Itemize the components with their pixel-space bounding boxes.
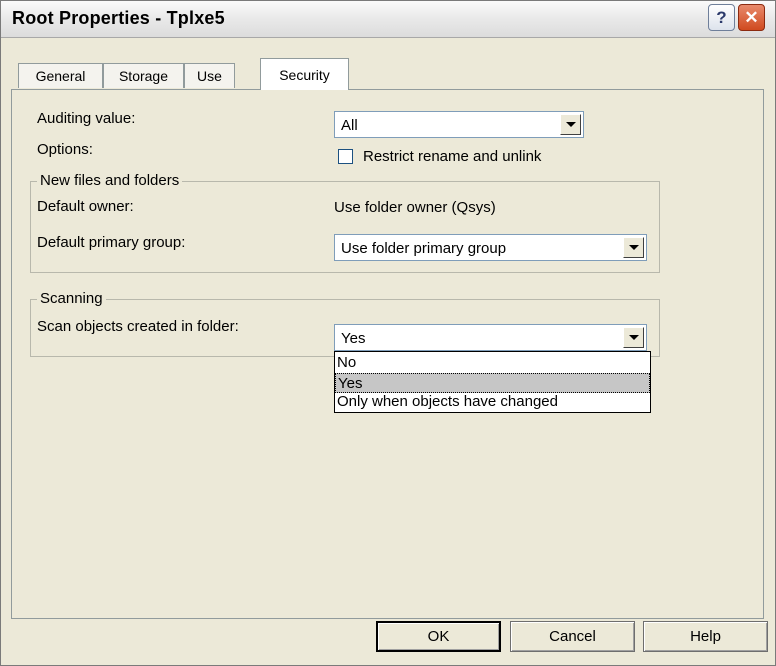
scan-objects-select-value: Yes (341, 330, 366, 347)
cancel-button[interactable]: Cancel (510, 621, 635, 652)
properties-dialog: Root Properties - Tplxe5 ? ✕ General Sto… (0, 0, 776, 666)
scanning-group-title: Scanning (37, 290, 106, 307)
titlebar-help-button[interactable]: ? (708, 4, 735, 31)
ok-button[interactable]: OK (376, 621, 501, 652)
restrict-checkbox[interactable] (338, 149, 353, 164)
primary-group-select[interactable]: Use folder primary group (334, 234, 647, 261)
options-label: Options: (37, 141, 93, 158)
tab-security[interactable]: Security (260, 58, 349, 90)
restrict-checkbox-label[interactable]: Restrict rename and unlink (363, 148, 541, 165)
scan-objects-dropdown-list[interactable]: No Yes Only when objects have changed (334, 351, 651, 413)
title-bar[interactable]: Root Properties - Tplxe5 ? ✕ (1, 1, 775, 38)
tab-general[interactable]: General (18, 63, 103, 88)
scan-option-no[interactable]: No (335, 353, 650, 373)
default-owner-label: Default owner: (37, 198, 134, 215)
scan-option-only-when-changed[interactable]: Only when objects have changed (335, 392, 650, 412)
titlebar-close-button[interactable]: ✕ (738, 4, 765, 31)
primary-group-label: Default primary group: (37, 234, 186, 251)
help-button[interactable]: Help (643, 621, 768, 652)
auditing-select[interactable]: All (334, 111, 584, 138)
auditing-select-value: All (341, 117, 358, 134)
auditing-label: Auditing value: (37, 110, 136, 127)
chevron-down-icon[interactable] (623, 327, 644, 348)
scan-objects-label: Scan objects created in folder: (37, 318, 239, 335)
primary-group-select-value: Use folder primary group (341, 240, 507, 257)
chevron-down-icon[interactable] (623, 237, 644, 258)
new-files-group-title: New files and folders (37, 172, 183, 189)
window-title: Root Properties - Tplxe5 (12, 8, 225, 28)
scan-option-yes[interactable]: Yes (335, 373, 650, 393)
scan-objects-select[interactable]: Yes (334, 324, 647, 351)
default-owner-value: Use folder owner (Qsys) (334, 199, 496, 216)
chevron-down-icon[interactable] (560, 114, 581, 135)
tab-storage[interactable]: Storage (103, 63, 184, 88)
tab-use[interactable]: Use (184, 63, 235, 88)
